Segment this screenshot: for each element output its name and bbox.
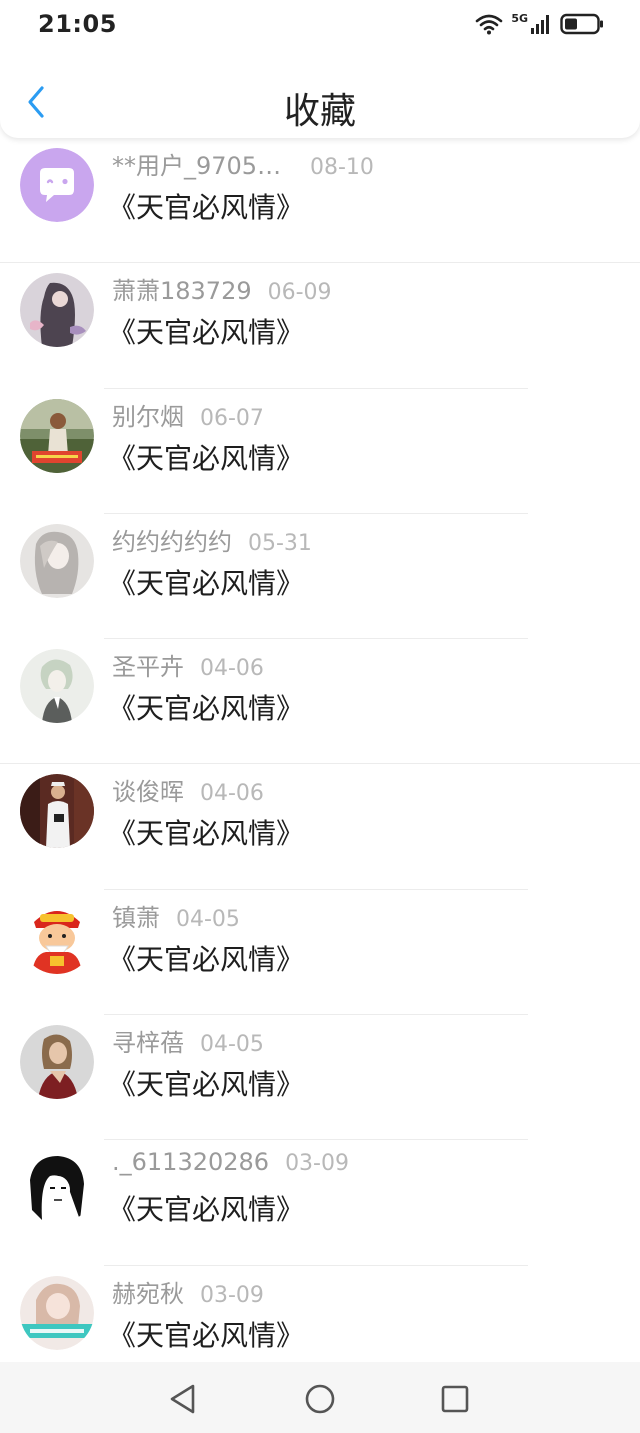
favorite-date: 04-06 <box>200 781 264 807</box>
user-name: 圣平卉 <box>112 653 184 682</box>
user-name: 寻梓蓓 <box>112 1029 184 1058</box>
list-item[interactable]: 别尔烟 06-07 《天官必风情》 <box>0 389 640 514</box>
square-recents-icon <box>441 1385 469 1413</box>
app-header: 收藏 <box>0 48 640 138</box>
user-name: 赫宛秋 <box>112 1279 184 1308</box>
manga-girl-avatar[interactable] <box>20 1150 94 1225</box>
favorite-date: 03-09 <box>200 1282 264 1308</box>
book-title[interactable]: 《天官必风情》 <box>108 687 304 727</box>
favorite-date: 03-09 <box>285 1151 349 1177</box>
user-photo-avatar[interactable] <box>20 523 94 598</box>
list-item[interactable]: ._611320286 03-09 《天官必风情》 <box>0 1140 640 1266</box>
list-item[interactable]: **用户_97051... 08-10 《天官必风情》 <box>0 138 640 264</box>
user-name: **用户_97051... <box>112 152 294 180</box>
favorite-date: 04-05 <box>200 1032 264 1058</box>
triangle-back-icon <box>170 1384 195 1414</box>
user-name: 镇萧 <box>112 903 160 932</box>
list-item[interactable]: 赫宛秋 03-09 《天官必风情》 <box>0 1266 640 1362</box>
list-item[interactable]: 寻梓蓓 04-05 《天官必风情》 <box>0 1015 640 1141</box>
user-name: 谈俊晖 <box>112 778 184 807</box>
list-item[interactable]: 镇萧 04-05 《天官必风情》 <box>0 890 640 1016</box>
favorite-date: 08-10 <box>310 155 374 180</box>
book-title[interactable]: 《天官必风情》 <box>108 186 304 226</box>
network-type-label: 5G <box>511 11 528 25</box>
status-time: 21:05 <box>38 10 117 38</box>
nav-home-button[interactable] <box>303 1382 337 1416</box>
user-photo-avatar[interactable] <box>20 1275 94 1350</box>
list-item[interactable]: 约约约约约 05-31 《天官必风情》 <box>0 514 640 640</box>
nav-back-button[interactable] <box>166 1382 200 1416</box>
user-name: ._611320286 <box>112 1148 270 1177</box>
book-title[interactable]: 《天官必风情》 <box>108 1188 304 1228</box>
fortune-god-avatar[interactable] <box>20 899 94 974</box>
user-photo-avatar[interactable] <box>20 398 94 473</box>
list-item[interactable]: 谈俊晖 04-06 《天官必风情》 <box>0 764 640 890</box>
user-photo-avatar[interactable] <box>20 273 94 348</box>
user-name: 别尔烟 <box>112 402 184 431</box>
book-title[interactable]: 《天官必风情》 <box>108 812 304 852</box>
list-item[interactable]: 圣平卉 04-06 《天官必风情》 <box>0 639 640 765</box>
battery-icon <box>560 13 603 35</box>
user-photo-avatar[interactable] <box>20 649 94 724</box>
user-photo-avatar[interactable] <box>20 1025 94 1100</box>
list-item[interactable]: 萧萧183729 06-09 《天官必风情》 <box>0 263 640 389</box>
circle-home-icon <box>305 1384 335 1414</box>
book-title[interactable]: 《天官必风情》 <box>108 311 304 351</box>
book-title[interactable]: 《天官必风情》 <box>108 1063 304 1103</box>
favorites-list: **用户_97051... 08-10 《天官必风情》 萧萧183729 06-… <box>0 138 640 1362</box>
user-photo-avatar[interactable] <box>20 774 94 849</box>
chat-bubble-avatar-icon[interactable] <box>20 148 94 222</box>
page-title: 收藏 <box>283 91 356 132</box>
book-title[interactable]: 《天官必风情》 <box>108 562 304 602</box>
user-name: 约约约约约 <box>112 527 232 556</box>
favorite-date: 04-06 <box>200 656 264 682</box>
book-title[interactable]: 《天官必风情》 <box>108 1314 304 1354</box>
system-nav-bar <box>0 1362 640 1433</box>
favorite-date: 04-05 <box>176 906 240 932</box>
book-title[interactable]: 《天官必风情》 <box>108 437 304 477</box>
nav-recents-button[interactable] <box>438 1382 472 1416</box>
book-title[interactable]: 《天官必风情》 <box>108 938 304 978</box>
favorite-date: 06-09 <box>267 280 332 306</box>
wifi-icon <box>476 14 503 35</box>
favorite-date: 06-07 <box>200 405 264 431</box>
user-name: 萧萧183729 <box>112 277 252 306</box>
favorite-date: 05-31 <box>248 530 312 556</box>
status-bar: 21:05 5G <box>0 0 640 48</box>
status-icons: 5G <box>475 10 604 38</box>
signal-icon <box>531 15 549 34</box>
